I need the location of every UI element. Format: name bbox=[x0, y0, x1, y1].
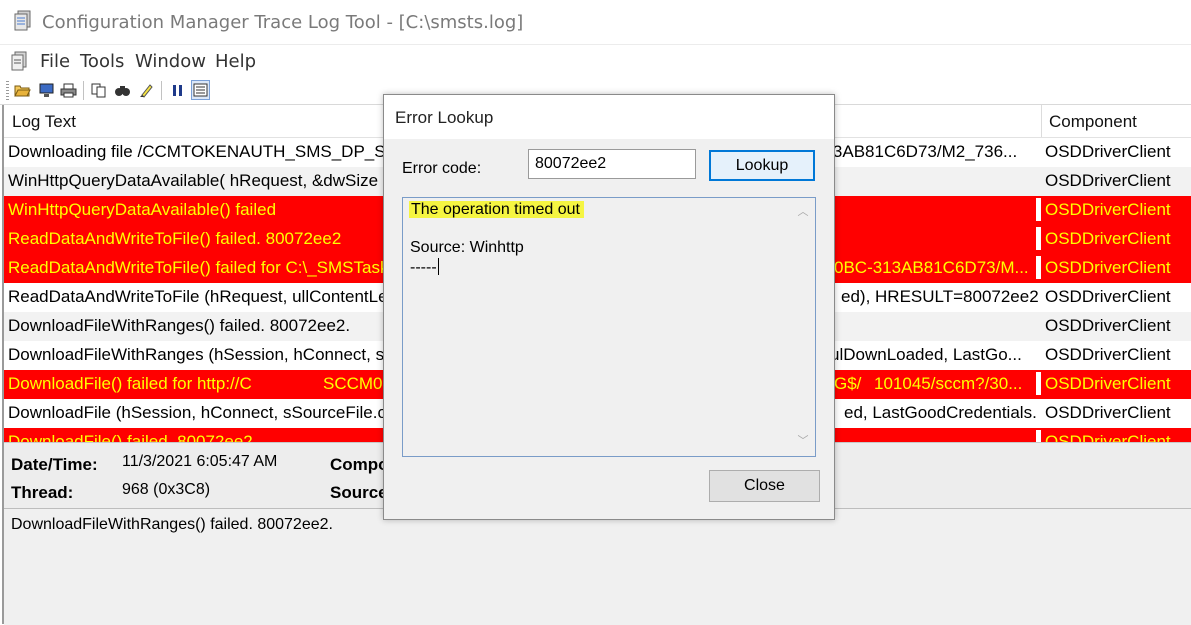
menu-tools[interactable]: Tools bbox=[80, 51, 124, 72]
window-title: Configuration Manager Trace Log Tool - [… bbox=[42, 12, 524, 33]
component-cell: OSDDriverClient bbox=[1045, 142, 1171, 161]
close-button[interactable]: Close bbox=[709, 470, 820, 502]
toolbar-separator bbox=[83, 81, 84, 100]
component-cell: OSDDriverClient bbox=[1036, 198, 1171, 221]
document-icon[interactable] bbox=[9, 50, 31, 72]
title-bar: Configuration Manager Trace Log Tool - [… bbox=[0, 0, 1191, 45]
dialog-title-bar[interactable]: Error Lookup bbox=[384, 95, 834, 139]
source-label: Source bbox=[330, 483, 388, 502]
toolbar-separator bbox=[161, 81, 162, 100]
result-source: Source: Winhttp bbox=[410, 239, 524, 256]
error-lookup-dialog: Error Lookup Error code: Lookup The oper… bbox=[383, 94, 835, 520]
message-pane[interactable]: DownloadFileWithRanges() failed. 80072ee… bbox=[4, 508, 1191, 625]
scroll-down-icon[interactable]: ﹀ bbox=[797, 436, 809, 447]
open-folder-icon[interactable] bbox=[13, 80, 32, 100]
result-highlight: The operation timed out bbox=[409, 201, 584, 218]
component-cell: OSDDriverClient bbox=[1045, 171, 1171, 190]
toolbar-grip bbox=[6, 81, 9, 101]
column-header-component[interactable]: Component bbox=[1049, 112, 1137, 132]
menu-file[interactable]: File bbox=[40, 51, 70, 72]
filter-icon[interactable] bbox=[191, 80, 210, 100]
highlight-icon[interactable] bbox=[137, 80, 156, 100]
menu-window[interactable]: Window bbox=[135, 51, 206, 72]
result-message: The operation timed out bbox=[409, 201, 584, 219]
component-cell: OSDDriverClient bbox=[1045, 316, 1171, 335]
copy-icon[interactable] bbox=[89, 80, 108, 100]
print-icon[interactable] bbox=[59, 80, 78, 100]
find-icon[interactable] bbox=[113, 80, 132, 100]
result-separator: ----- bbox=[410, 258, 439, 276]
scroll-up-icon[interactable]: ︿ bbox=[797, 207, 809, 218]
error-code-input[interactable] bbox=[528, 149, 696, 179]
thread-value: 968 (0x3C8) bbox=[122, 481, 211, 498]
component-cell: OSDDriverClient bbox=[1036, 227, 1171, 250]
column-divider[interactable] bbox=[1041, 105, 1042, 137]
thread-label: Thread: bbox=[11, 483, 74, 502]
dialog-title: Error Lookup bbox=[395, 108, 494, 127]
component-cell: OSDDriverClient bbox=[1036, 372, 1171, 395]
error-code-label: Error code: bbox=[402, 160, 482, 177]
pause-icon[interactable] bbox=[168, 80, 187, 100]
column-header-log-text[interactable]: Log Text bbox=[12, 112, 76, 132]
monitor-icon[interactable] bbox=[37, 80, 56, 100]
component-cell: OSDDriverClient bbox=[1036, 430, 1171, 442]
menu-bar: File Tools Window Help bbox=[0, 45, 1191, 77]
app-icon bbox=[13, 9, 35, 31]
component-cell: OSDDriverClient bbox=[1045, 287, 1171, 306]
component-cell: OSDDriverClient bbox=[1045, 403, 1171, 422]
text-caret bbox=[437, 258, 439, 275]
datetime-value: 11/3/2021 6:05:47 AM bbox=[122, 453, 278, 470]
message-text: DownloadFileWithRanges() failed. 80072ee… bbox=[11, 516, 333, 533]
datetime-label: Date/Time: bbox=[11, 455, 98, 474]
lookup-button[interactable]: Lookup bbox=[709, 150, 815, 181]
component-cell: OSDDriverClient bbox=[1036, 256, 1171, 279]
component-cell: OSDDriverClient bbox=[1045, 345, 1171, 364]
component-label: Compo bbox=[330, 455, 389, 474]
lookup-result-box[interactable]: The operation timed out Source: Winhttp … bbox=[402, 197, 816, 457]
menu-help[interactable]: Help bbox=[215, 51, 256, 72]
